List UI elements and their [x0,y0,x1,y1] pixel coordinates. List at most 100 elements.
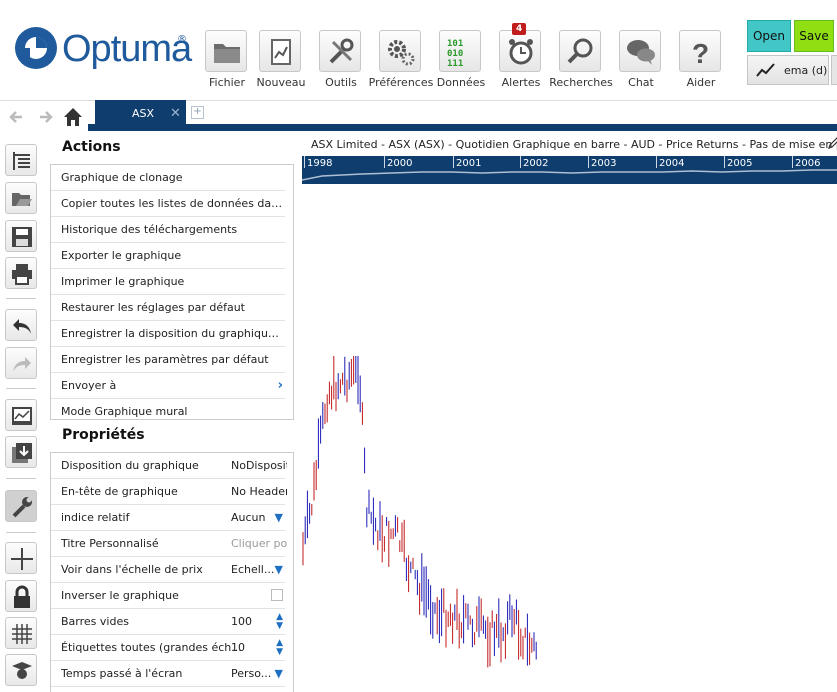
new-chart-icon [271,39,291,65]
export-tool-button[interactable] [5,436,37,468]
print-tool-button[interactable] [5,257,37,289]
pencil-icon[interactable] [828,137,837,149]
redo-arrow-icon [13,357,31,372]
chevron-down-icon[interactable]: ▼ [275,505,283,530]
year-label: 1998 [307,158,333,169]
chart-area[interactable]: ASX Limited - ASX (ASX) - Quotidien Grap… [302,132,837,683]
prop-label: Barres vides [61,615,129,628]
crosshair-icon [11,548,33,570]
action-item-export-chart[interactable]: Exporter le graphique [51,243,285,269]
action-item-wall-chart-mode[interactable]: Mode Graphique mural [51,399,285,424]
forward-button[interactable] [32,104,58,130]
open-folder-icon [12,193,32,206]
undo-tool-button[interactable] [5,309,37,341]
invert-chart-checkbox[interactable] [271,589,283,601]
timeline-navigator[interactable]: 1998 2000 2001 2002 2003 2004 2005 2006 [302,156,837,184]
svg-text:101: 101 [447,39,463,49]
undo-arrow-icon [13,319,31,334]
home-icon [64,108,82,126]
prop-row-relative-index: indice relatif Aucun ▼ [51,505,285,531]
action-item-save-layout[interactable]: Enregistrer la disposition du graphique … [51,321,285,347]
printer-icon [12,264,32,285]
actions-title: Actions [62,139,121,155]
arrow-right-icon [40,111,53,123]
toolbar-overflow-button[interactable] [831,55,837,85]
action-item-clone-chart[interactable]: Graphique de clonage [51,165,285,191]
tools-button[interactable]: Outils [312,30,370,94]
properties-tool-button[interactable] [5,490,37,522]
action-item-save-default-settings[interactable]: Enregistrer les paramètres par défaut [51,347,285,373]
year-tick [792,156,793,168]
lock-tool-button[interactable] [5,580,37,612]
chevron-down-icon[interactable]: ▼ [275,661,283,686]
arrow-left-icon [9,111,22,123]
chevron-down-icon[interactable]: ▼ [275,557,283,582]
action-item-copy-data-lists[interactable]: Copier toutes les listes de données dans… [51,191,285,217]
floppy-disk-icon [12,227,32,247]
grid-tool-button[interactable] [5,617,37,649]
open-workbook-tool-button[interactable] [5,182,37,214]
grid-icon [12,624,32,644]
chart-image-tool-button[interactable] [5,399,37,431]
year-tick [656,156,657,168]
training-tool-button[interactable] [5,654,37,686]
back-button[interactable] [4,104,30,130]
chart-picture-icon [12,407,32,425]
optuma-logo-icon [15,27,57,69]
chat-button[interactable]: Chat [612,30,670,94]
sidebar-divider [6,298,36,299]
action-item-print-chart[interactable]: Imprimer le graphique [51,269,285,295]
tab-asx[interactable]: ASX ✕ [95,100,186,128]
year-label: 2001 [456,158,482,169]
watchlist-tool-button[interactable] [5,144,37,176]
redo-tool-button[interactable] [5,347,37,379]
svg-text:010: 010 [447,49,463,59]
send-to-label: Envoyer à [61,379,117,392]
price-bars-plot[interactable] [302,184,837,683]
search-button[interactable]: Recherches [549,30,613,94]
spinner-arrows-icon[interactable]: ▲ ▼ [276,613,283,631]
new-button[interactable]: Nouveau [252,30,310,94]
custom-title-input[interactable]: Cliquer po [231,531,287,556]
alerts-button[interactable]: 4 Alertes [492,23,550,94]
chart-header-value[interactable]: No Header [231,479,287,504]
action-item-send-to[interactable]: Envoyer à › [51,373,285,399]
chat-bubbles-icon [627,40,655,65]
tool-sidebar [0,132,45,686]
chevron-right-icon: › [277,378,283,393]
open-button[interactable]: Open [747,20,791,52]
crosshair-tool-button[interactable] [5,542,37,574]
tab-close-icon[interactable]: ✕ [170,106,181,121]
action-item-download-history[interactable]: Historique des téléchargements [51,217,285,243]
ema-indicator-button[interactable]: ema (d) [747,55,829,85]
year-tick [724,156,725,168]
prop-label: indice relatif [61,511,130,524]
action-item-restore-defaults[interactable]: Restaurer les réglages par défaut [51,295,285,321]
year-tick [453,156,454,168]
prop-row-all-labels: Étiquettes toutes (grandes éch... 10 ▲ ▼ [51,635,285,661]
properties-title: Propriétés [62,427,145,443]
home-button[interactable] [60,104,86,130]
prop-row-screen-time: Temps passé à l'écran Perso... ▼ [51,661,285,687]
brand-name: Optuma [62,28,192,70]
chart-layout-value[interactable]: NoDisposit [231,453,287,478]
padlock-icon [14,585,30,608]
year-tick [588,156,589,168]
save-button[interactable]: Save [794,20,834,52]
main-toolbar: Optuma ® Fichier Nouveau Outils Préféren… [0,0,837,100]
tab-strip [88,124,837,131]
add-tab-button[interactable]: + [191,106,204,119]
tools-icon [329,38,354,64]
prop-label: Inverser le graphique [61,589,179,602]
year-tick [520,156,521,168]
list-tree-icon [13,152,30,170]
save-tool-button[interactable] [5,220,37,252]
data-button[interactable]: 101 010 111 Données [432,30,490,94]
gears-icon [388,40,415,66]
help-button[interactable]: ? Aider [672,30,730,94]
spinner-arrows-icon[interactable]: ▲ ▼ [276,639,283,657]
actions-list: Graphique de clonage Copier toutes les l… [50,164,294,420]
wrench-icon [12,497,32,518]
preferences-button[interactable]: Préférences [369,30,433,94]
alerts-count-badge: 4 [512,23,527,35]
